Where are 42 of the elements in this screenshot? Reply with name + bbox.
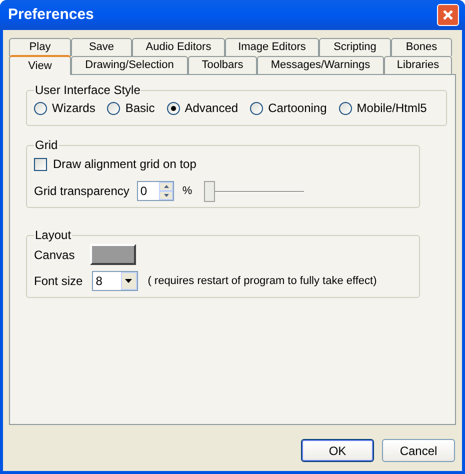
spin-up-icon[interactable]	[159, 182, 174, 191]
tab[interactable]: Play	[9, 38, 71, 56]
group-title: User Interface Style	[34, 82, 142, 99]
dialog-button[interactable]: Cancel	[382, 439, 455, 462]
tab[interactable]: Libraries	[384, 56, 452, 74]
spin-field[interactable]: 0	[137, 181, 174, 201]
radio-label: Cartooning	[268, 100, 327, 117]
tab[interactable]: View	[9, 55, 71, 75]
window-title: Preferences	[8, 4, 94, 25]
radio-button[interactable]	[166, 102, 180, 114]
note-text: ( requires restart of program to fully take effect)	[148, 274, 377, 289]
radio-label: Advanced	[184, 100, 238, 117]
font-size-dropdown[interactable]: 8	[92, 271, 138, 291]
color-swatch-button[interactable]	[90, 244, 136, 265]
radio-button[interactable]	[250, 102, 264, 114]
dialog-button[interactable]: OK	[301, 439, 374, 462]
field-label: Font size	[34, 273, 83, 290]
tab[interactable]: Bones	[391, 38, 452, 56]
radio-button[interactable]	[107, 102, 120, 114]
tab[interactable]: Audio Editors	[132, 38, 225, 56]
slider-thumb[interactable]	[204, 181, 216, 202]
tab[interactable]: Messages/Warnings	[257, 56, 384, 74]
radio-button[interactable]	[34, 102, 47, 114]
radio-button[interactable]	[338, 102, 352, 114]
group-title: Layout	[34, 227, 72, 244]
radio-label: Wizards	[52, 100, 96, 117]
tab[interactable]: Drawing/Selection	[71, 56, 188, 74]
field-label: Canvas	[34, 246, 75, 264]
group-title: Grid	[34, 137, 59, 154]
close-icon	[442, 9, 454, 21]
tab[interactable]: Toolbars	[188, 56, 257, 74]
checkbox[interactable]	[34, 158, 47, 170]
checkbox-label: Draw alignment grid on top	[53, 156, 196, 173]
tab[interactable]: Save	[71, 38, 132, 56]
radio-label: Mobile/Html5	[356, 100, 427, 117]
radio-label: Basic	[125, 100, 155, 117]
field-label: Grid transparency	[34, 183, 130, 200]
unit-label: %	[182, 184, 192, 199]
tab[interactable]: Image Editors	[225, 38, 319, 56]
tab[interactable]: Scripting	[319, 38, 391, 56]
close-button[interactable]	[437, 4, 459, 26]
spin-down-icon[interactable]	[159, 191, 174, 200]
